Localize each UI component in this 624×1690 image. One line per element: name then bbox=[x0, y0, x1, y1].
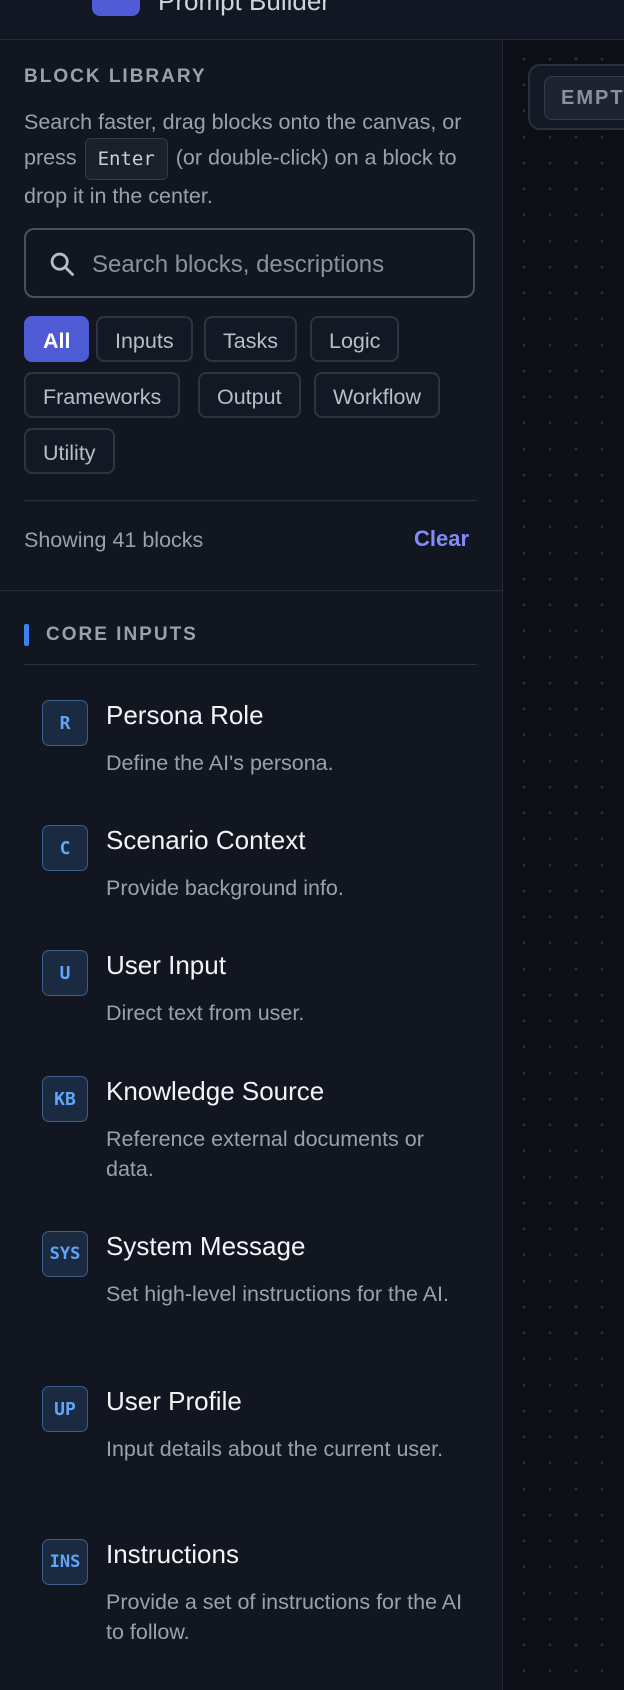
filter-utility[interactable]: Utility bbox=[24, 428, 115, 474]
block-name: Persona Role bbox=[106, 700, 264, 730]
block-badge: UP bbox=[42, 1386, 88, 1432]
search-input[interactable] bbox=[90, 240, 464, 290]
block-badge: R bbox=[42, 700, 88, 746]
filter-tasks[interactable]: Tasks bbox=[204, 316, 297, 362]
results-count: Showing 41 blocks bbox=[24, 528, 204, 552]
filter-logic[interactable]: Logic bbox=[310, 316, 400, 362]
section-accent-bar bbox=[24, 624, 29, 646]
block-library-sidebar: BLOCK LIBRARY Search faster, drag blocks… bbox=[0, 40, 503, 1690]
block-description: Reference external documents or data. bbox=[106, 1127, 424, 1181]
empty-state-label: EMPTY bbox=[544, 76, 624, 120]
search-icon bbox=[50, 252, 74, 276]
filter-frameworks[interactable]: Frameworks bbox=[24, 372, 181, 418]
block-name: Instructions bbox=[106, 1539, 239, 1569]
workflow-canvas[interactable]: EMPTY bbox=[503, 40, 624, 1690]
divider bbox=[0, 590, 502, 591]
block-name: Scenario Context bbox=[106, 825, 306, 855]
filter-all[interactable]: All bbox=[24, 316, 90, 362]
clear-button[interactable]: Clear bbox=[414, 526, 469, 552]
block-name: User Input bbox=[106, 950, 226, 980]
block-badge: KB bbox=[42, 1076, 88, 1122]
block-badge: INS bbox=[42, 1539, 88, 1585]
filter-output[interactable]: Output bbox=[198, 372, 301, 418]
app-logo bbox=[92, 0, 140, 16]
block-description: Define the AI's persona. bbox=[106, 751, 334, 775]
block-badge: SYS bbox=[42, 1231, 88, 1277]
block-badge: U bbox=[42, 950, 88, 996]
divider bbox=[24, 500, 477, 501]
block-description: Direct text from user. bbox=[106, 1001, 305, 1025]
block-description: Set high-level instructions for the AI. bbox=[106, 1282, 449, 1306]
filter-workflow[interactable]: Workflow bbox=[314, 372, 441, 418]
app-title: Prompt Builder bbox=[158, 0, 330, 16]
library-title: BLOCK LIBRARY bbox=[24, 66, 207, 87]
block-badge: C bbox=[42, 825, 88, 871]
block-name: User Profile bbox=[106, 1386, 242, 1416]
search-box bbox=[24, 228, 475, 298]
divider bbox=[24, 664, 477, 665]
block-description: Provide background info. bbox=[106, 876, 344, 900]
block-description: Input details about the current user. bbox=[106, 1437, 444, 1461]
block-name: Knowledge Source bbox=[106, 1076, 325, 1106]
block-name: System Message bbox=[106, 1231, 306, 1261]
enter-key-hint: Enter bbox=[84, 138, 168, 180]
filter-inputs[interactable]: Inputs bbox=[96, 316, 193, 362]
empty-state-panel: EMPTY bbox=[528, 64, 624, 130]
block-description: Provide a set of instructions for the AI… bbox=[106, 1590, 463, 1644]
section-title: CORE INPUTS bbox=[46, 624, 198, 645]
library-description: Search faster, drag blocks onto the canv… bbox=[24, 106, 479, 212]
app-header: Prompt Builder bbox=[0, 0, 624, 40]
